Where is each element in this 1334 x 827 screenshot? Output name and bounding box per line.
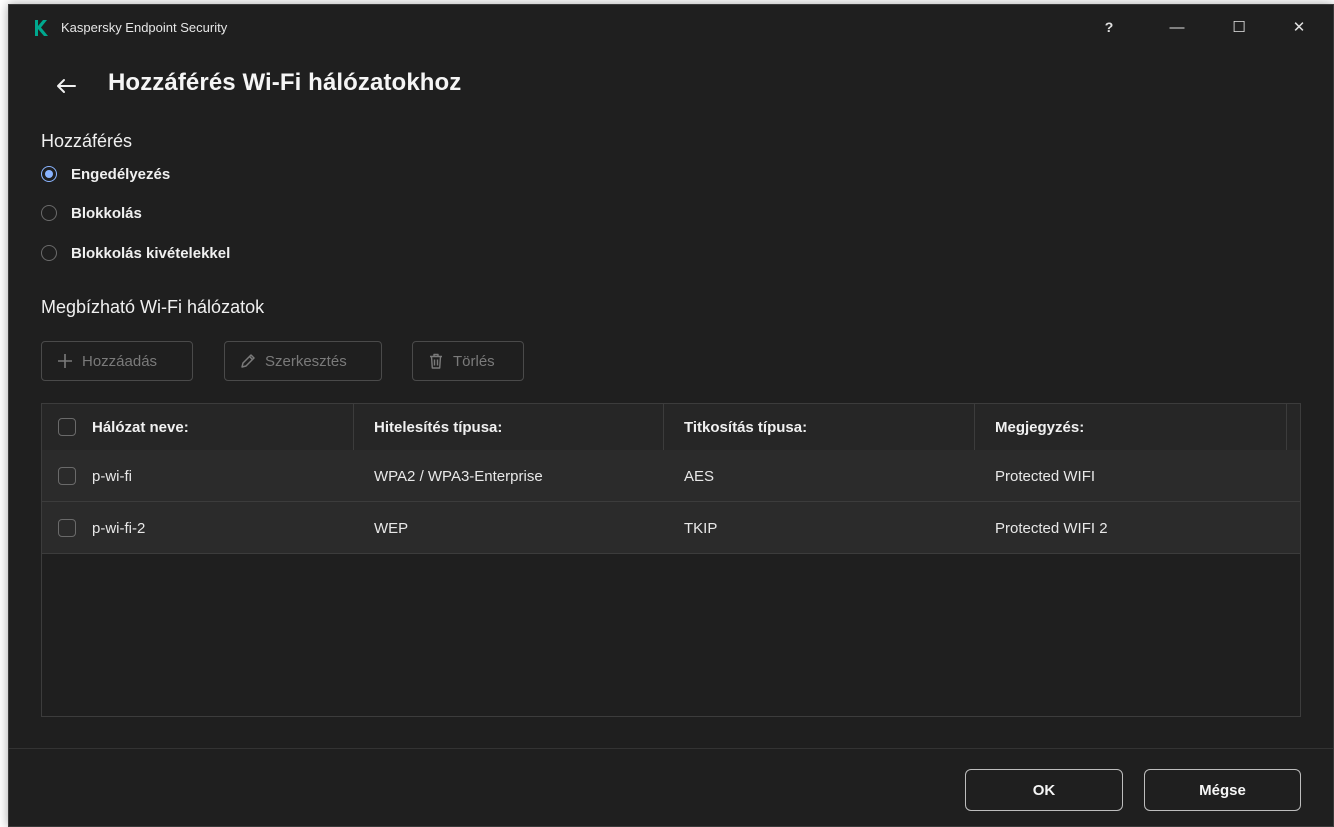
cell-auth-type: WPA2 / WPA3-Enterprise xyxy=(374,467,543,485)
close-button[interactable]: ✕ xyxy=(1279,13,1319,41)
network-name: p-wi-fi-2 xyxy=(92,519,146,537)
network-name: p-wi-fi xyxy=(92,467,132,485)
page-title: Hozzáférés Wi-Fi hálózatokhoz xyxy=(108,69,462,96)
edit-button[interactable]: Szerkesztés xyxy=(224,341,382,381)
cell-network-name: p-wi-fi xyxy=(42,450,354,502)
cell-encryption-type: AES xyxy=(684,467,715,485)
radio-button-selected[interactable] xyxy=(41,166,57,182)
column-label: Hálózat neve: xyxy=(92,418,189,436)
app-title: Kaspersky Endpoint Security xyxy=(61,20,228,35)
table-row[interactable]: p-wi-fi-2 WEP TKIP Protected WIFI 2 xyxy=(42,502,1300,554)
radio-button[interactable] xyxy=(41,205,57,221)
trusted-networks-title: Megbízható Wi-Fi hálózatok xyxy=(41,297,265,317)
title-bar: Kaspersky Endpoint Security ? — ☐ ✕ xyxy=(9,5,1333,49)
radio-button[interactable] xyxy=(41,245,57,261)
radio-block-with-exceptions[interactable]: Blokkolás kivételekkel xyxy=(41,241,230,265)
table-header: Hálózat neve: Hitelesítés típusa: Titkos… xyxy=(42,404,1300,451)
minimize-button[interactable]: — xyxy=(1157,13,1197,41)
radio-label: Engedélyezés xyxy=(71,165,171,183)
settings-window: Kaspersky Endpoint Security ? — ☐ ✕ Hozz… xyxy=(8,4,1334,827)
cell-comment: Protected WIFI xyxy=(995,467,1096,485)
column-header-auth-type[interactable]: Hitelesítés típusa: xyxy=(354,404,664,450)
add-button[interactable]: Hozzáadás xyxy=(41,341,193,381)
maximize-button[interactable]: ☐ xyxy=(1219,13,1259,41)
cell-auth-type: WEP xyxy=(374,519,409,537)
cell-comment: Protected WIFI 2 xyxy=(995,519,1108,537)
trash-icon xyxy=(430,353,442,369)
radio-label: Blokkolás kivételekkel xyxy=(71,244,231,262)
delete-button-label: Törlés xyxy=(453,352,495,370)
pencil-icon xyxy=(241,354,255,368)
help-button[interactable]: ? xyxy=(1089,13,1129,41)
table-row[interactable]: p-wi-fi WPA2 / WPA3-Enterprise AES Prote… xyxy=(42,450,1300,502)
cell-encryption-type: TKIP xyxy=(684,519,718,537)
radio-allow[interactable]: Engedélyezés xyxy=(41,162,170,186)
edit-button-label: Szerkesztés xyxy=(265,352,347,370)
add-button-label: Hozzáadás xyxy=(82,352,158,370)
delete-button[interactable]: Törlés xyxy=(412,341,524,381)
column-header-encryption-type[interactable]: Titkosítás típusa: xyxy=(664,404,975,450)
row-checkbox[interactable] xyxy=(58,467,76,485)
trusted-networks-table: Hálózat neve: Hitelesítés típusa: Titkos… xyxy=(41,403,1301,717)
cancel-button[interactable]: Mégse xyxy=(1144,769,1301,811)
radio-label: Blokkolás xyxy=(71,204,142,222)
column-header-comment[interactable]: Megjegyzés: xyxy=(975,404,1287,450)
ok-button[interactable]: OK xyxy=(965,769,1123,811)
select-all-checkbox[interactable] xyxy=(58,418,76,436)
back-arrow-icon[interactable] xyxy=(53,73,79,99)
kaspersky-logo-icon xyxy=(33,19,49,37)
radio-block[interactable]: Blokkolás xyxy=(41,201,142,225)
footer-divider xyxy=(9,748,1333,749)
access-section-title: Hozzáférés xyxy=(41,131,133,151)
row-checkbox[interactable] xyxy=(58,519,76,537)
cell-network-name: p-wi-fi-2 xyxy=(42,502,354,554)
plus-icon xyxy=(58,354,72,368)
column-header-network-name[interactable]: Hálózat neve: xyxy=(42,404,354,450)
